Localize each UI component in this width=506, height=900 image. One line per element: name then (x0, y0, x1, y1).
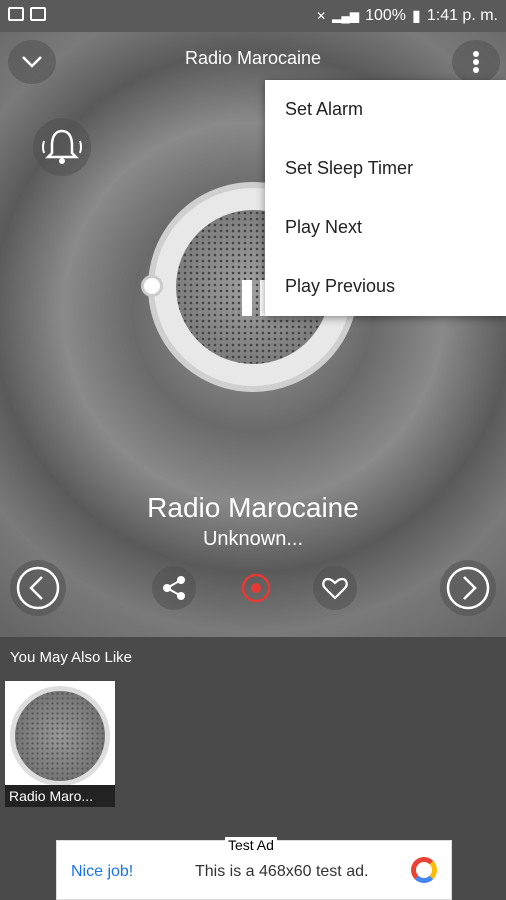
battery-percent: 100% (365, 7, 407, 24)
recommended-station-label: Radio Maro... (5, 785, 115, 807)
section-title: You May Also Like (10, 649, 133, 666)
clock: 1:41 p. m. (426, 7, 498, 24)
status-bar: ✕ ▂▄▆ 100% ▮ 1:41 p. m. (0, 0, 506, 32)
record-icon (241, 573, 271, 603)
menu-item-play-next[interactable]: Play Next (265, 198, 506, 257)
favorite-icon (322, 577, 348, 600)
ad-cta[interactable]: Nice job! (71, 863, 133, 881)
more-options-button[interactable] (452, 40, 500, 84)
next-icon (446, 566, 490, 610)
record-button[interactable] (234, 566, 278, 610)
app-notification-icon (30, 7, 46, 21)
gallery-icon (8, 7, 24, 21)
share-button[interactable] (152, 566, 196, 610)
battery-icon: ▮ (412, 8, 421, 25)
previous-station-button[interactable] (10, 560, 66, 616)
menu-item-sleep-timer[interactable]: Set Sleep Timer (265, 139, 506, 198)
mute-icon: ✕ (316, 9, 327, 23)
ad-text: This is a 468x60 test ad. (195, 863, 369, 880)
next-station-button[interactable] (440, 560, 496, 616)
station-name: Radio Marocaine (147, 492, 359, 523)
menu-item-play-previous[interactable]: Play Previous (265, 257, 506, 316)
prev-icon (16, 566, 60, 610)
favorite-button[interactable] (313, 566, 357, 610)
ad-logo-icon (411, 857, 437, 883)
signal-icon: ▂▄▆ (332, 9, 360, 23)
share-icon (163, 576, 185, 600)
overflow-menu: Set Alarm Set Sleep Timer Play Next Play… (265, 80, 506, 316)
page-title: Radio Marocaine (184, 48, 322, 68)
menu-item-set-alarm[interactable]: Set Alarm (265, 80, 506, 139)
ad-banner[interactable]: Test Ad Nice job! This is a 468x60 test … (56, 837, 452, 900)
track-info: Unknown... (202, 528, 304, 550)
recommended-station-card[interactable]: Radio Maro... (5, 681, 115, 807)
more-vert-icon (473, 51, 479, 73)
ad-tag: Test Ad (225, 837, 277, 853)
volume-knob[interactable] (141, 275, 163, 297)
alarm-button[interactable] (33, 118, 91, 176)
station-thumbnail (10, 686, 110, 786)
recommendations-section: You May Also Like Radio Maro... Test Ad … (0, 637, 506, 900)
alarm-bell-icon (42, 129, 82, 164)
pause-bar-left (242, 280, 252, 316)
